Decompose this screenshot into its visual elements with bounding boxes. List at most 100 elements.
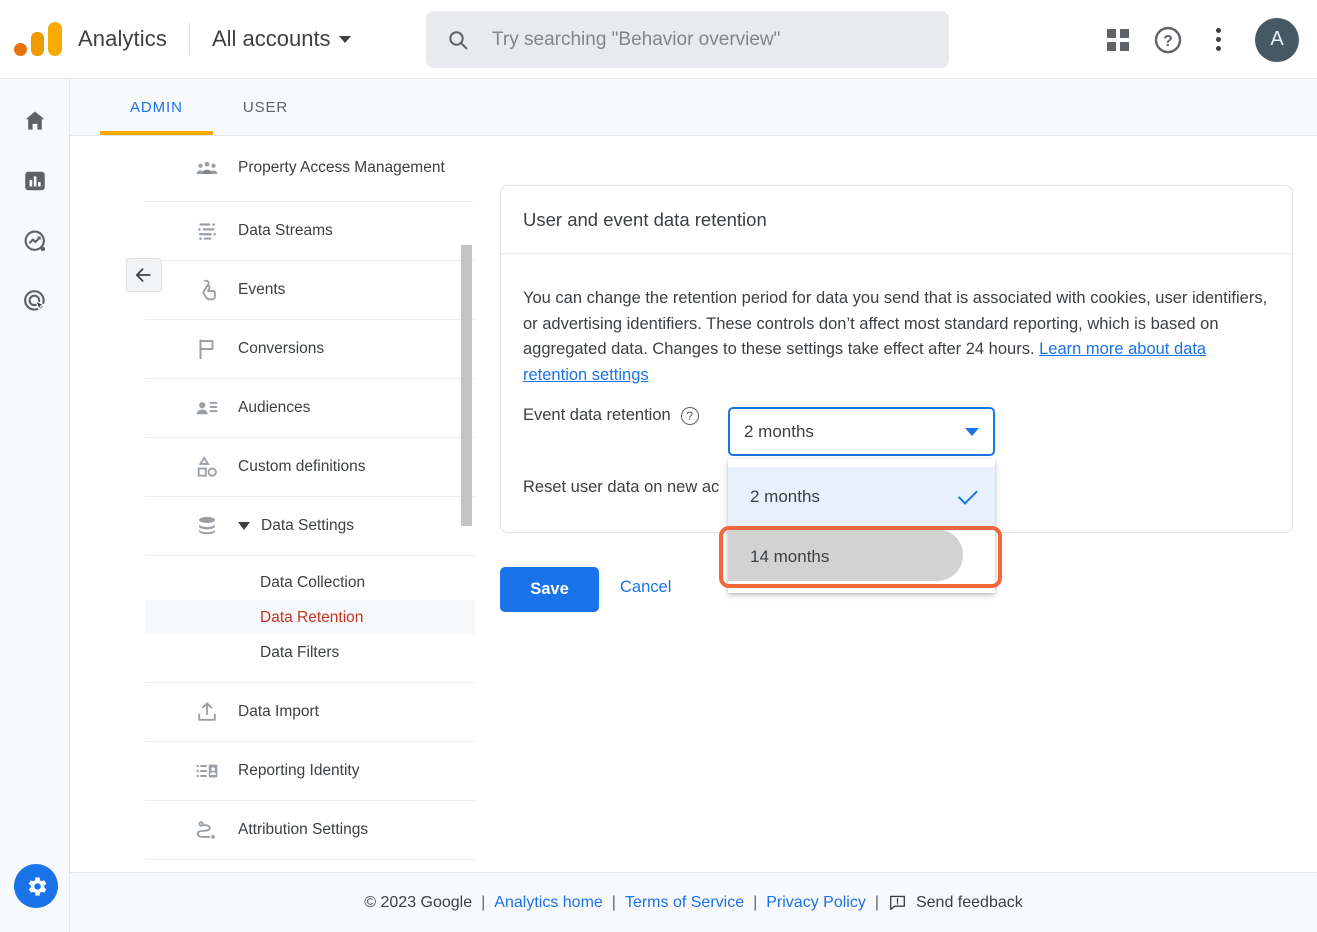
search-icon — [449, 30, 468, 49]
left-rail — [0, 79, 70, 932]
sidebar-item-label: Conversions — [238, 339, 325, 357]
tap-hand-icon — [194, 277, 238, 303]
sidebar-item-data-import[interactable]: Data Import — [145, 683, 475, 742]
header-actions: ? A — [1095, 0, 1299, 79]
brand-title: Analytics — [78, 26, 167, 51]
svg-text:?: ? — [1163, 32, 1173, 49]
sidebar-item-attribution-settings[interactable]: Attribution Settings — [145, 801, 475, 860]
footer-link-analytics-home[interactable]: Analytics home — [494, 894, 603, 912]
sidebar-item-reporting-identity[interactable]: Reporting Identity — [145, 742, 475, 801]
event-data-retention-field: Event data retention ? — [523, 406, 699, 425]
apps-grid-button[interactable] — [1095, 17, 1141, 63]
menu-top-spacer — [728, 459, 995, 467]
search-placeholder: Try searching "Behavior overview" — [492, 28, 781, 50]
admin-nav-panel: Property Access Management Data Streams … — [145, 136, 475, 873]
sidebar-item-label: Custom definitions — [238, 457, 366, 475]
footer-separator: | — [611, 893, 616, 911]
header-divider — [188, 23, 190, 55]
data-settings-children: Data Collection Data Retention Data Filt… — [145, 556, 475, 683]
sidebar-item-data-collection[interactable]: Data Collection — [145, 565, 475, 600]
sidebar-item-label: Data Streams — [238, 221, 333, 239]
save-button[interactable]: Save — [500, 567, 599, 612]
event-data-retention-select[interactable]: 2 months — [728, 407, 995, 456]
sidebar-item-label: Data Settings — [261, 516, 355, 534]
people-group-icon — [194, 156, 238, 182]
sidebar-item-explore[interactable] — [0, 211, 70, 271]
admin-gear-button[interactable] — [14, 864, 58, 908]
flag-icon — [194, 336, 238, 362]
help-question-icon[interactable]: ? — [680, 406, 699, 425]
app-header: Analytics All accounts Try searching "Be… — [0, 0, 1317, 79]
help-question-icon: ? — [1154, 26, 1182, 53]
sidebar-item-advertising[interactable] — [0, 271, 70, 331]
more-options-button[interactable] — [1195, 17, 1241, 63]
event-data-retention-label: Event data retention — [523, 406, 671, 424]
data-streams-icon — [194, 218, 238, 244]
admin-tabstrip: ADMIN USER — [70, 79, 1317, 136]
gear-icon — [28, 876, 46, 896]
nav-scrollbar-thumb[interactable] — [461, 245, 472, 526]
help-button[interactable]: ? — [1145, 17, 1191, 63]
footer-separator: | — [753, 893, 758, 911]
card-title: User and event data retention — [501, 186, 1292, 254]
menu-option-2-months[interactable]: 2 months — [728, 467, 995, 527]
search-input[interactable]: Try searching "Behavior overview" — [426, 11, 949, 68]
sidebar-item-label: Data Import — [238, 702, 319, 720]
footer-link-privacy-policy[interactable]: Privacy Policy — [766, 894, 866, 912]
menu-option-label: 14 months — [750, 547, 830, 566]
reporting-identity-icon — [194, 758, 238, 784]
avatar[interactable]: A — [1255, 17, 1299, 62]
sidebar-item-custom-definitions[interactable]: Custom definitions — [145, 438, 475, 497]
footer-separator: | — [874, 893, 879, 911]
chevron-down-icon[interactable] — [238, 521, 250, 530]
account-selector-label: All accounts — [211, 26, 331, 51]
menu-option-14-months[interactable]: 14 months — [728, 527, 995, 587]
chevron-down-icon — [965, 427, 979, 436]
event-data-retention-menu: 2 months 14 months — [728, 459, 995, 593]
sidebar-item-data-retention[interactable]: Data Retention — [145, 600, 475, 635]
back-button[interactable] — [126, 258, 162, 292]
sidebar-item-label: Audiences — [238, 398, 311, 416]
menu-option-label: 2 months — [750, 487, 820, 506]
cancel-button[interactable]: Cancel — [620, 578, 671, 597]
sidebar-item-events[interactable]: Events — [145, 261, 475, 320]
footer-link-terms-of-service[interactable]: Terms of Service — [625, 894, 744, 912]
sidebar-item-label: Events — [238, 280, 286, 298]
footer-copyright: © 2023 Google — [364, 893, 473, 911]
tab-admin[interactable]: ADMIN — [100, 79, 213, 135]
arrow-left-icon — [135, 268, 151, 282]
sidebar-item-data-settings[interactable]: Data Settings — [145, 497, 475, 556]
sidebar-item-conversions[interactable]: Conversions — [145, 320, 475, 379]
advertising-target-icon — [23, 289, 45, 311]
send-feedback-label: Send feedback — [915, 893, 1023, 911]
feedback-icon — [890, 895, 905, 910]
footer-separator: | — [481, 893, 486, 911]
audiences-person-list-icon — [194, 395, 238, 421]
database-stack-icon — [194, 513, 238, 539]
sidebar-item-label: Property Access Management — [238, 159, 445, 177]
retention-description: You can change the retention period for … — [523, 286, 1270, 388]
upload-icon — [194, 699, 238, 725]
sidebar-item-data-streams[interactable]: Data Streams — [145, 202, 475, 261]
account-selector[interactable]: All accounts — [212, 26, 351, 52]
tab-user[interactable]: USER — [213, 79, 318, 135]
sidebar-item-audiences[interactable]: Audiences — [145, 379, 475, 438]
reset-user-data-label: Reset user data on new ac — [523, 478, 720, 496]
sidebar-item-label: Reporting Identity — [238, 761, 360, 779]
analytics-logo-icon — [14, 22, 62, 56]
sidebar-item-label: Attribution Settings — [238, 820, 369, 838]
grid-apps-icon — [1107, 28, 1129, 51]
sidebar-item-data-filters[interactable]: Data Filters — [145, 635, 475, 670]
more-vertical-icon — [1215, 28, 1221, 51]
sidebar-item-reports[interactable] — [0, 151, 70, 211]
attribution-path-icon — [194, 817, 238, 843]
card-body: You can change the retention period for … — [501, 254, 1292, 388]
home-icon — [25, 111, 45, 130]
select-value: 2 months — [744, 421, 814, 441]
sidebar-item-property-access-management[interactable]: Property Access Management — [145, 136, 475, 202]
reports-bar-chart-icon — [25, 171, 45, 191]
sidebar-item-home[interactable] — [0, 91, 70, 151]
send-feedback-button[interactable]: Send feedback — [888, 893, 1023, 912]
footer: © 2023 Google | Analytics home | Terms o… — [70, 872, 1317, 932]
explore-trend-icon — [24, 230, 45, 251]
